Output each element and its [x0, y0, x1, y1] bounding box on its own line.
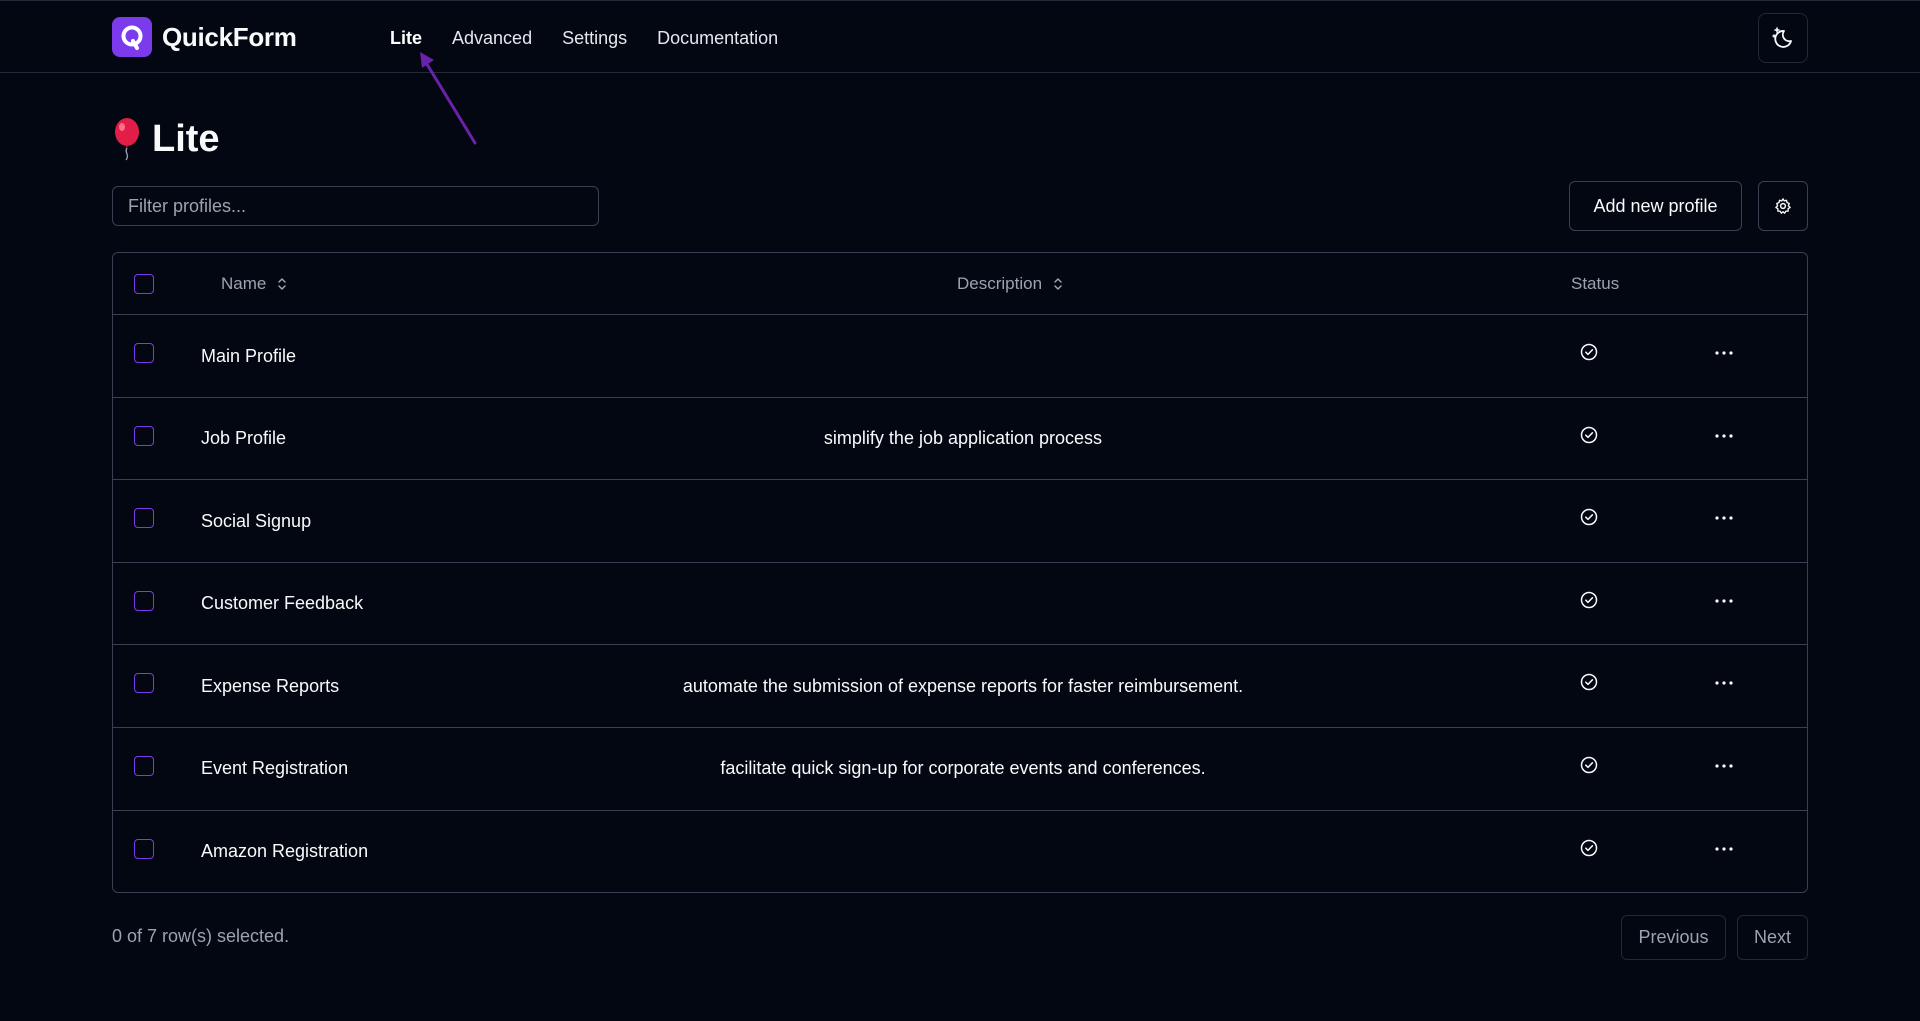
table-row[interactable]: Event Registration facilitate quick sign… [113, 728, 1807, 811]
profile-description [533, 315, 1393, 397]
profile-name: Expense Reports [201, 675, 340, 696]
nav-item-documentation[interactable]: Documentation [657, 28, 778, 49]
row-checkbox[interactable] [134, 590, 154, 611]
profile-description [533, 811, 1393, 892]
row-actions-button[interactable] [1709, 673, 1739, 693]
select-all-checkbox[interactable] [134, 274, 154, 294]
check-circle-icon [1580, 508, 1598, 526]
sort-icon [278, 278, 287, 290]
profile-name: Social Signup [201, 510, 312, 531]
more-horizontal-icon [1715, 764, 1733, 768]
row-checkbox[interactable] [134, 838, 154, 859]
column-description-label: Description [957, 274, 1043, 293]
more-horizontal-icon [1715, 433, 1733, 438]
row-checkbox[interactable] [134, 343, 154, 363]
profile-description [533, 480, 1393, 562]
profile-name: Amazon Registration [201, 841, 369, 862]
check-circle-icon [1580, 426, 1598, 443]
check-circle-icon [1580, 591, 1598, 609]
page-title: Lite [110, 114, 220, 164]
table-row[interactable]: Expense Reports automate the submission … [113, 645, 1807, 728]
row-actions-button[interactable] [1709, 343, 1739, 363]
more-horizontal-icon [1715, 846, 1733, 851]
more-horizontal-icon [1715, 681, 1733, 685]
brand[interactable]: QuickForm [112, 17, 297, 57]
sort-icon [1054, 278, 1062, 290]
table-row[interactable]: Main Profile [113, 315, 1807, 398]
profile-name: Main Profile [201, 345, 297, 366]
check-circle-icon [1580, 839, 1598, 856]
profile-name: Customer Feedback [201, 593, 364, 614]
gear-icon [1775, 198, 1791, 214]
column-header-name[interactable]: Name [221, 253, 288, 315]
next-page-button[interactable]: Next [1737, 915, 1808, 960]
nav-item-settings[interactable]: Settings [562, 28, 627, 49]
moon-stars-icon [1772, 27, 1792, 48]
row-actions-button[interactable] [1709, 839, 1739, 859]
add-new-profile-button[interactable]: Add new profile [1569, 181, 1742, 231]
more-horizontal-icon [1715, 351, 1733, 355]
profile-description: facilitate quick sign-up for corporate e… [720, 758, 1206, 779]
profile-description: simplify the job application process [823, 428, 1103, 449]
balloon-icon [115, 118, 139, 161]
table-row[interactable]: Customer Feedback [113, 563, 1807, 646]
column-name-label: Name [221, 274, 267, 293]
row-actions-button[interactable] [1709, 426, 1739, 446]
more-horizontal-icon [1715, 599, 1733, 603]
table-row[interactable]: Job Profile simplify the job application… [113, 398, 1807, 481]
selection-status: 0 of 7 row(s) selected. [112, 926, 290, 946]
more-horizontal-icon [1715, 516, 1733, 520]
annotation-arrow [420, 52, 477, 145]
column-header-status: Status [1571, 253, 1619, 315]
brand-name: QuickForm [162, 21, 297, 52]
page-title-text: Lite [152, 117, 220, 160]
check-circle-icon [1580, 756, 1598, 774]
table-header: Name Description Status [113, 253, 1807, 315]
profiles-table: Name Description Status Main Profile Job… [112, 252, 1808, 893]
profile-name: Job Profile [201, 428, 287, 449]
row-checkbox[interactable] [134, 755, 154, 776]
filter-profiles-input[interactable] [112, 186, 599, 226]
row-actions-button[interactable] [1709, 591, 1739, 611]
table-settings-button[interactable] [1758, 181, 1808, 231]
column-header-description[interactable]: Description [957, 253, 1064, 315]
row-checkbox[interactable] [134, 508, 154, 529]
previous-page-button[interactable]: Previous [1621, 915, 1726, 960]
check-circle-icon [1580, 674, 1598, 691]
row-actions-button[interactable] [1709, 756, 1739, 776]
row-checkbox[interactable] [134, 425, 154, 446]
theme-toggle-button[interactable] [1758, 13, 1808, 63]
q-logo-icon [112, 17, 152, 57]
profile-description [533, 563, 1393, 645]
column-status-label: Status [1571, 274, 1620, 293]
row-checkbox[interactable] [134, 673, 154, 694]
table-row[interactable]: Social Signup [113, 480, 1807, 563]
profile-description: automate the submission of expense repor… [682, 675, 1244, 696]
table-row[interactable]: Amazon Registration [113, 811, 1807, 892]
row-actions-button[interactable] [1709, 508, 1739, 528]
top-navbar: QuickForm Lite Advanced Settings Documen… [0, 0, 1920, 73]
profile-name: Event Registration [201, 758, 349, 779]
check-circle-icon [1580, 343, 1598, 361]
